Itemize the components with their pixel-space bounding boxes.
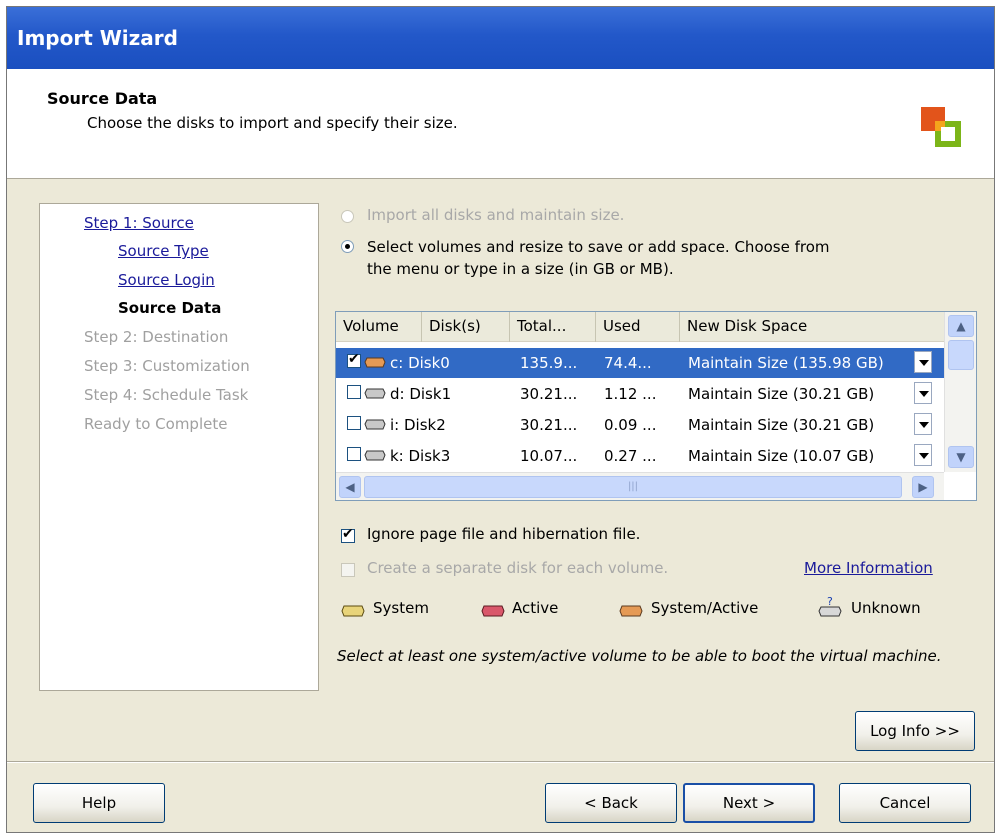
volume-row[interactable]: k: Disk3 10.07... 0.27 ... Maintain Size… (336, 441, 944, 471)
wizard-header: Source Data Choose the disks to import a… (7, 69, 994, 179)
select-volumes-label-line1: Select volumes and resize to save or add… (367, 238, 830, 256)
unknown-disk-icon (364, 388, 386, 399)
horizontal-scroll-thumb[interactable]: ||| (364, 476, 902, 498)
volume-disk-cell: k: Disk3 (390, 447, 451, 465)
step-customization: Step 3: Customization (84, 357, 250, 375)
unknown-disk-icon: ? (818, 595, 842, 617)
new-disk-space-cell[interactable]: Maintain Size (30.21 GB) (688, 416, 912, 434)
ignore-pagefile-label: Ignore page file and hibernation file. (367, 525, 641, 543)
cancel-button[interactable]: Cancel (839, 783, 971, 823)
system-active-disk-icon (619, 605, 643, 617)
separate-disk-label: Create a separate disk for each volume. (367, 559, 669, 577)
step-destination: Step 2: Destination (84, 328, 229, 346)
legend-system-active-label: System/Active (651, 599, 759, 617)
unknown-disk-icon (364, 450, 386, 461)
scroll-right-icon[interactable]: ▶ (912, 476, 934, 498)
used-cell: 0.27 ... (604, 447, 657, 465)
volume-row[interactable]: ✔ c: Disk0 135.9... 74.4... Maintain Siz… (336, 348, 944, 378)
volumes-list[interactable]: Volume Disk(s) Total... Used New Disk Sp… (335, 311, 977, 501)
column-disks[interactable]: Disk(s) (422, 312, 510, 342)
unknown-disk-icon (364, 419, 386, 430)
new-disk-space-dropdown-button[interactable] (914, 351, 932, 373)
footer-separator (7, 761, 994, 763)
used-cell: 0.09 ... (604, 416, 657, 434)
column-new-disk-space[interactable]: New Disk Space (680, 312, 944, 342)
next-button[interactable]: Next > (683, 783, 815, 823)
volumes-list-header: Volume Disk(s) Total... Used New Disk Sp… (336, 312, 944, 342)
volume-disk-cell: c: Disk0 (390, 354, 450, 372)
vertical-scroll-thumb[interactable] (948, 340, 974, 370)
select-volumes-label-line2: the menu or type in a size (in GB or MB)… (367, 260, 674, 278)
import-all-label: Import all disks and maintain size. (367, 206, 625, 224)
import-all-radio[interactable] (341, 210, 354, 223)
new-disk-space-cell[interactable]: Maintain Size (10.07 GB) (688, 447, 912, 465)
new-disk-space-cell[interactable]: Maintain Size (135.98 GB) (688, 354, 912, 372)
window-title: Import Wizard (17, 26, 178, 50)
scroll-down-icon[interactable]: ▼ (948, 446, 974, 468)
step-source-login[interactable]: Source Login (118, 271, 215, 289)
volume-row[interactable]: i: Disk2 30.21... 0.09 ... Maintain Size… (336, 410, 944, 440)
step-source-data: Source Data (118, 299, 222, 317)
log-info-button[interactable]: Log Info >> (855, 711, 975, 751)
ignore-pagefile-checkbox[interactable]: ✔ (341, 526, 355, 543)
steps-panel: Step 1: Source Source Type Source Login … (39, 203, 319, 691)
volume-checkbox[interactable]: ✔ (347, 351, 361, 368)
scroll-left-icon[interactable]: ◀ (339, 476, 361, 498)
total-cell: 30.21... (520, 385, 578, 403)
volume-disk-cell: d: Disk1 (390, 385, 452, 403)
step-source-type[interactable]: Source Type (118, 242, 209, 260)
volume-disk-cell: i: Disk2 (390, 416, 446, 434)
used-cell: 1.12 ... (604, 385, 657, 403)
column-used[interactable]: Used (596, 312, 680, 342)
volume-checkbox[interactable] (347, 447, 361, 461)
active-disk-icon (481, 605, 505, 617)
system-disk-icon (341, 605, 365, 617)
new-disk-space-cell[interactable]: Maintain Size (30.21 GB) (688, 385, 912, 403)
vertical-scrollbar[interactable]: ▲ ▼ (944, 312, 976, 472)
step-ready-to-complete: Ready to Complete (84, 415, 228, 433)
separate-disk-checkbox[interactable] (341, 563, 355, 577)
total-cell: 135.9... (520, 354, 578, 372)
vmware-logo-icon (921, 107, 961, 147)
svg-text:?: ? (827, 595, 833, 608)
select-volumes-label: Select volumes and resize to save or add… (367, 236, 830, 280)
volume-checkbox[interactable] (347, 385, 361, 399)
column-volume[interactable]: Volume (336, 312, 422, 342)
page-title: Source Data (47, 89, 158, 108)
boot-note: Select at least one system/active volume… (337, 647, 942, 665)
used-cell: 74.4... (604, 354, 652, 372)
step-source[interactable]: Step 1: Source (84, 214, 194, 232)
column-total[interactable]: Total... (510, 312, 596, 342)
new-disk-space-dropdown-button[interactable] (914, 382, 932, 404)
scroll-up-icon[interactable]: ▲ (948, 315, 974, 337)
title-bar: Import Wizard (7, 7, 994, 69)
volume-row[interactable]: d: Disk1 30.21... 1.12 ... Maintain Size… (336, 379, 944, 409)
select-volumes-radio[interactable] (341, 240, 354, 253)
legend-unknown-label: Unknown (851, 599, 921, 617)
import-wizard-window: Import Wizard Source Data Choose the dis… (6, 6, 995, 833)
back-button[interactable]: < Back (545, 783, 677, 823)
legend-system-label: System (373, 599, 429, 617)
page-subtitle: Choose the disks to import and specify t… (87, 114, 458, 132)
new-disk-space-dropdown-button[interactable] (914, 413, 932, 435)
step-schedule-task: Step 4: Schedule Task (84, 386, 249, 404)
horizontal-scrollbar[interactable]: ◀ ||| ▶ (336, 472, 944, 500)
new-disk-space-dropdown-button[interactable] (914, 444, 932, 466)
volume-checkbox[interactable] (347, 416, 361, 430)
help-button[interactable]: Help (33, 783, 165, 823)
total-cell: 10.07... (520, 447, 578, 465)
legend-active-label: Active (512, 599, 559, 617)
system-active-disk-icon (364, 357, 386, 368)
total-cell: 30.21... (520, 416, 578, 434)
more-information-link[interactable]: More Information (804, 559, 933, 577)
